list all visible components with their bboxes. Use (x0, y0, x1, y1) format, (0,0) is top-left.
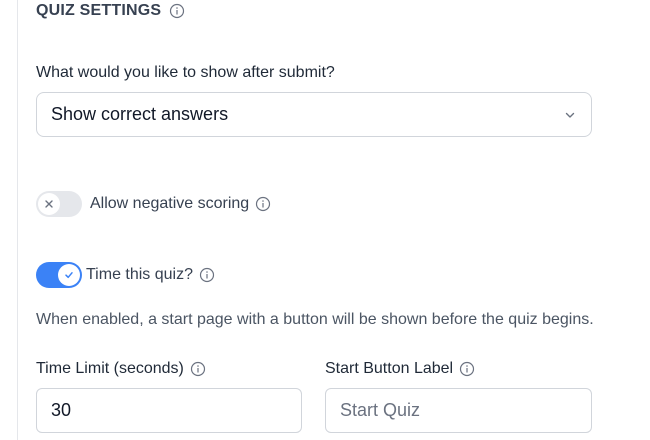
start-button-label: Start Button Label (325, 360, 475, 378)
negative-scoring-toggle[interactable] (36, 191, 82, 217)
negative-scoring-label-text: Allow negative scoring (90, 195, 250, 212)
start-button-label-text: Start Button Label (325, 360, 454, 377)
info-icon[interactable] (459, 361, 475, 377)
start-button-label-input[interactable] (325, 388, 592, 433)
toggle-knob (38, 193, 60, 215)
section-header: QUIZ SETTINGS (36, 1, 185, 21)
time-limit-input[interactable] (36, 388, 302, 433)
after-submit-selected-value: Show correct answers (51, 104, 229, 124)
info-icon[interactable] (199, 267, 215, 283)
toggle-knob (58, 264, 80, 286)
time-quiz-label: Time this quiz? (86, 266, 215, 284)
time-limit-label: Time Limit (seconds) (36, 360, 206, 378)
info-icon[interactable] (255, 196, 271, 212)
negative-scoring-row: Allow negative scoring (36, 191, 271, 217)
time-limit-label-text: Time Limit (seconds) (36, 360, 184, 377)
negative-scoring-label: Allow negative scoring (90, 195, 271, 213)
time-quiz-help-text: When enabled, a start page with a button… (36, 311, 594, 328)
time-quiz-row: Time this quiz? (36, 262, 215, 288)
after-submit-label: What would you like to show after submit… (36, 64, 335, 82)
quiz-settings-panel: QUIZ SETTINGS What would you like to sho… (0, 0, 650, 440)
after-submit-select[interactable]: Show correct answers (36, 92, 592, 137)
time-quiz-label-text: Time this quiz? (86, 266, 193, 283)
section-title: QUIZ SETTINGS (36, 2, 162, 19)
left-divider (17, 0, 18, 440)
after-submit-label-text: What would you like to show after submit… (36, 64, 335, 81)
check-icon (65, 272, 73, 279)
time-quiz-toggle[interactable] (36, 262, 82, 288)
chevron-down-icon (563, 108, 577, 122)
info-icon[interactable] (169, 3, 185, 19)
close-icon (45, 200, 53, 208)
info-icon[interactable] (190, 361, 206, 377)
